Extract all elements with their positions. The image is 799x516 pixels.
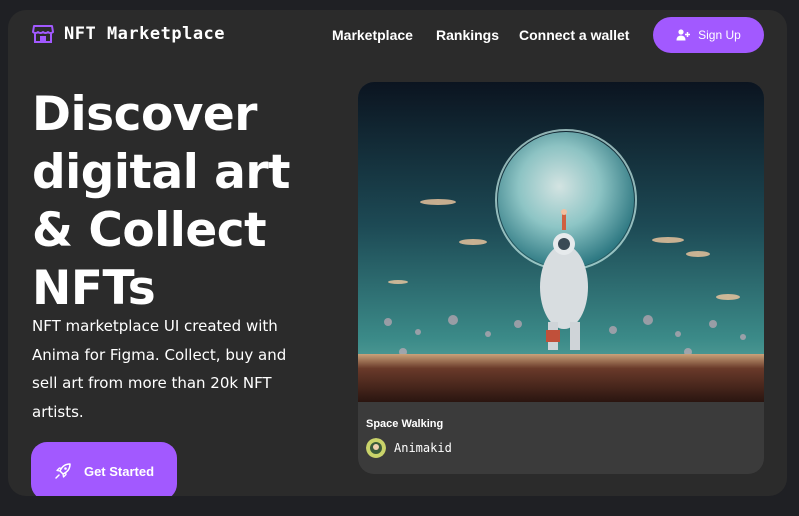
user-plus-icon [676, 29, 691, 41]
brand-name: NFT Marketplace [64, 24, 226, 44]
rocket-icon [55, 463, 71, 479]
get-started-label: Get Started [83, 463, 155, 479]
nft-artwork-image [358, 82, 764, 402]
subtitle-line: artists. [32, 402, 84, 421]
headline-line: Discover [32, 87, 257, 142]
artist-name: Animakid [394, 441, 452, 455]
subtitle-line: NFT marketplace UI created with [32, 317, 278, 335]
app-frame: NFT Marketplace Marketplace Rankings Con… [8, 10, 787, 496]
brand-logo[interactable]: NFT Marketplace [32, 24, 225, 44]
artist-avatar [366, 438, 386, 458]
headline-line: & Collect [32, 203, 267, 258]
get-started-button[interactable]: Get Started [31, 442, 177, 496]
nav-link-marketplace[interactable]: Marketplace [332, 27, 413, 43]
nft-title[interactable]: Space Walking [366, 418, 443, 430]
subtitle-line: Anima for Figma. Collect, buy and [32, 345, 287, 364]
nav-link-connect-wallet[interactable]: Connect a wallet [519, 27, 629, 43]
artist-info[interactable]: Animakid [366, 438, 452, 458]
storefront-icon [32, 25, 54, 43]
nav-link-rankings[interactable]: Rankings [436, 27, 499, 43]
featured-nft-card[interactable]: Space Walking Animakid [358, 82, 764, 474]
subtitle-line: sell art from more than 20k NFT [32, 374, 272, 392]
sign-up-label: Sign Up [698, 28, 741, 42]
hero-headline: Discover digital art & Collect NFTs [32, 86, 291, 318]
headline-line: NFTs [32, 261, 156, 316]
headline-line: digital art [32, 145, 291, 200]
sign-up-button[interactable]: Sign Up [653, 17, 764, 53]
hero-subtitle: NFT marketplace UI created with Anima fo… [32, 312, 342, 426]
